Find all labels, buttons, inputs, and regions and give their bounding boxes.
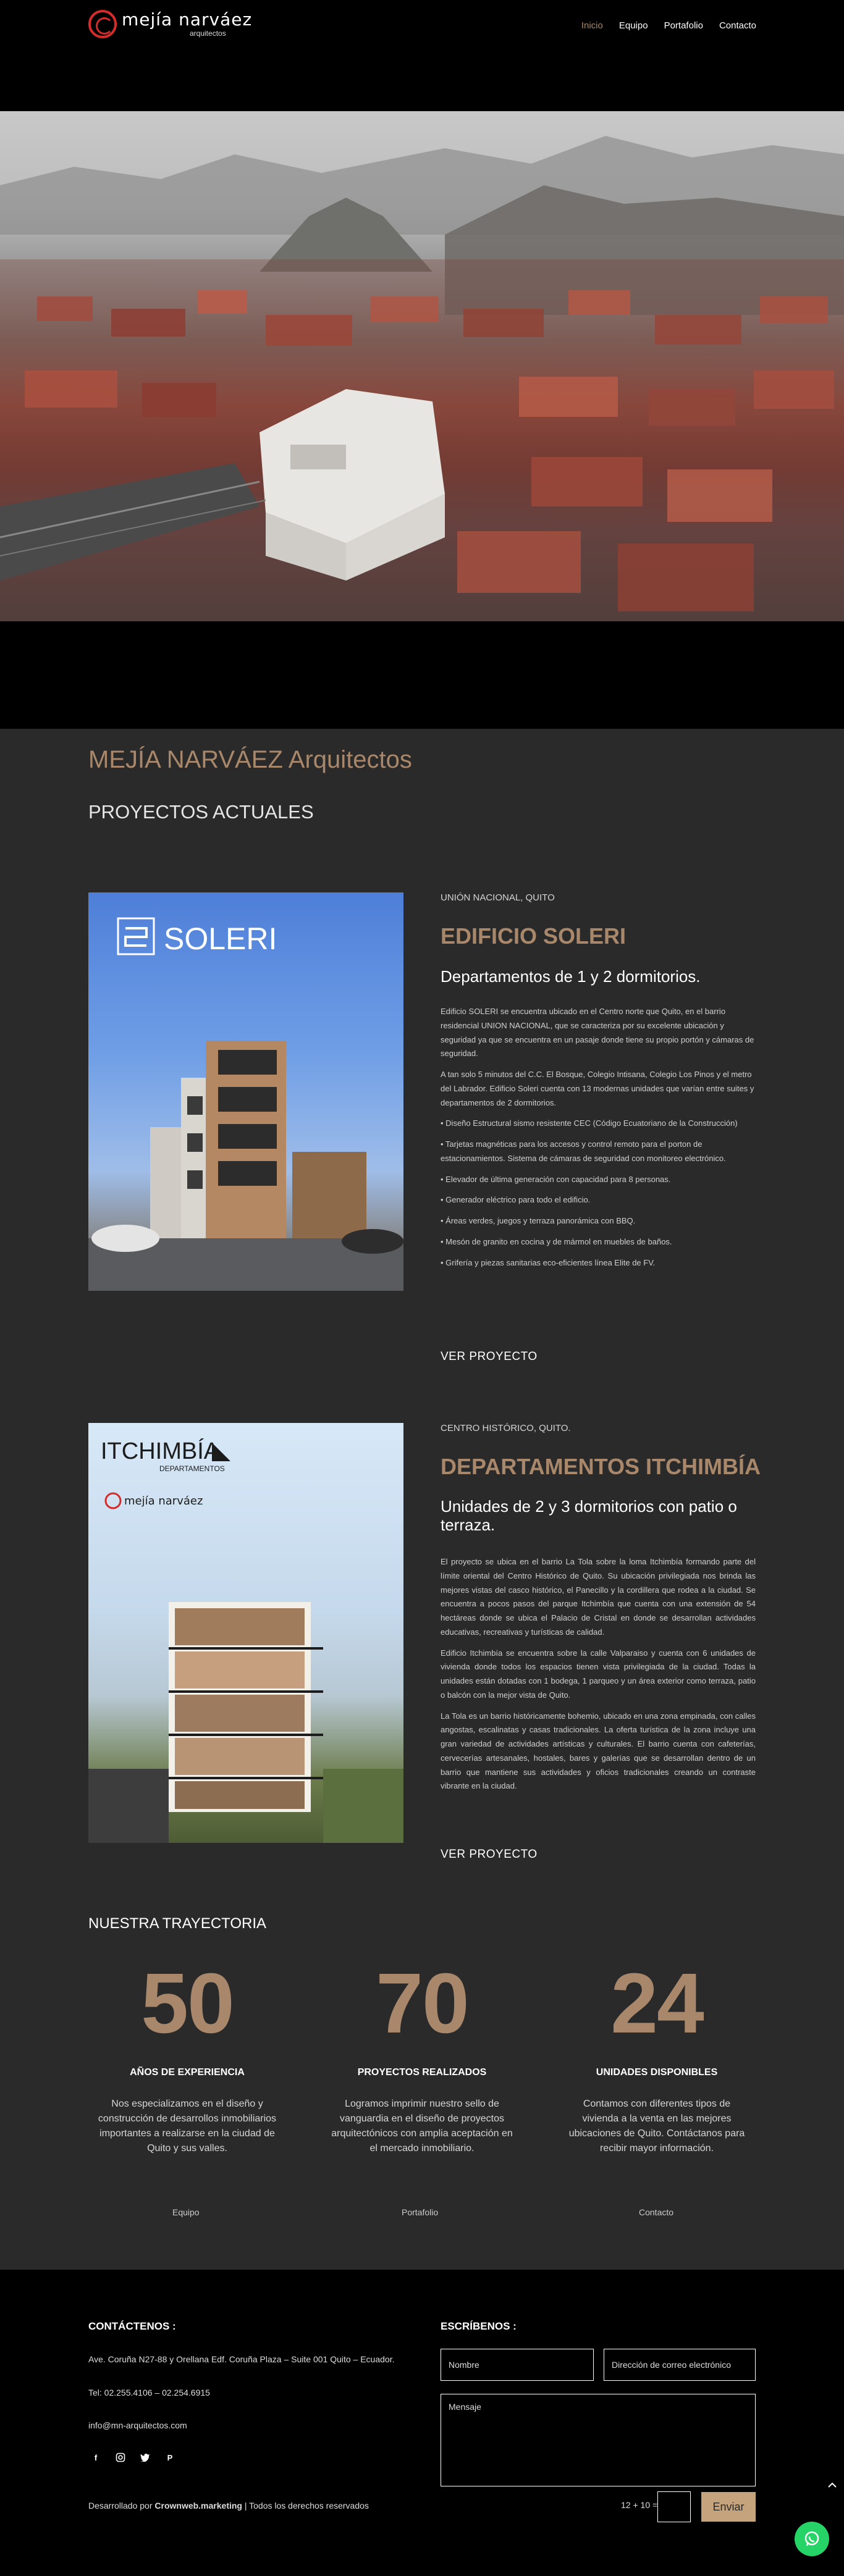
credit-suffix: | Todos los derechos reservados [244,2501,369,2511]
itchimbia-logo-sub: DEPARTAMENTOS [159,1464,225,1473]
credit-prefix: Desarrollado por [88,2501,153,2511]
facebook-icon[interactable]: f [88,2450,103,2465]
soleri-building-illustration: SOLERI [88,917,403,1291]
whatsapp-icon [804,2531,819,2546]
paragraph: La Tola es un barrio históricamente bohe… [441,1711,756,1791]
project-title: DEPARTAMENTOS ITCHIMBÍA [441,1454,761,1479]
stat-projects: 70 PROYECTOS REALIZADOS Logramos imprimi… [317,1961,527,2156]
ver-proyecto-link[interactable]: VER PROYECTO [441,1350,538,1364]
logo[interactable]: mejía narváez arquitectos [88,10,252,38]
nav-item-portafolio[interactable]: Portafolio [664,20,703,31]
project-subtitle: Departamentos de 1 y 2 dormitorios. [441,967,701,986]
stat-description: Nos especializamos en el diseño y constr… [98,2099,277,2154]
form-heading: ESCRÍBENOS : [441,2320,517,2332]
stat-number: 50 [141,1956,235,2051]
pinterest-icon[interactable]: P [162,2450,177,2465]
stat-experience: 50 AÑOS DE EXPERIENCIA Nos especializamo… [82,1961,292,2156]
twitter-icon[interactable] [138,2450,153,2465]
logo-icon [88,10,117,38]
paragraph: Edificio SOLERI se encuentra ubicado en … [441,1007,754,1059]
social-links: f P [88,2450,177,2465]
link-equipo[interactable]: Equipo [172,2207,200,2217]
project-subtitle: Unidades de 2 y 3 dormitorios con patio … [441,1497,737,1534]
paragraph: • Tarjetas magnéticas para los accesos y… [441,1139,726,1163]
section-subtitle: PROYECTOS ACTUALES [88,801,314,823]
hero-image [0,111,844,621]
captcha-input[interactable] [657,2491,691,2522]
stat-units: 24 UNIDADES DISPONIBLES Contamos con dif… [552,1961,762,2156]
project-description: El proyecto se ubica en el barrio La Tol… [441,1555,756,1800]
scroll-top-icon[interactable] [828,2480,840,2493]
stat-description: Logramos imprimir nuestro sello de vangu… [331,2099,513,2154]
nav-item-contacto[interactable]: Contacto [719,20,756,31]
name-input[interactable] [441,2349,594,2381]
project-description: Edificio SOLERI se encuentra ubicado en … [441,1005,756,1277]
project-location: UNIÓN NACIONAL, QUITO [441,892,555,903]
nav-item-inicio[interactable]: Inicio [581,20,603,31]
site-header: mejía narváez arquitectos Inicio Equipo … [0,0,844,111]
message-input[interactable] [441,2394,756,2486]
paragraph: • Áreas verdes, juegos y terraza panorám… [441,1216,636,1225]
paragraph: • Grifería y piezas sanitarias eco-efici… [441,1257,656,1267]
paragraph: • Mesón de granito en cocina y de mármol… [441,1236,672,1246]
stat-number: 24 [610,1956,704,2051]
logo-name: mejía narváez [122,9,253,30]
send-button[interactable]: Enviar [701,2492,756,2522]
paragraph: Edificio Itchimbía se encuentra sobre la… [441,1648,756,1700]
captcha-label: 12 + 10 = [621,2500,658,2510]
credit-text: Desarrollado por Crownweb.marketing | To… [88,2501,369,2511]
contact-heading: CONTÁCTENOS : [88,2320,176,2332]
trajectory-title: NUESTRA TRAYECTORIA [88,1915,267,1932]
whatsapp-button[interactable] [795,2522,829,2556]
brand-title: MEJÍA NARVÁEZ Arquitectos [88,746,412,773]
stat-label: PROYECTOS REALIZADOS [357,2067,487,2078]
nav-item-equipo[interactable]: Equipo [619,20,648,31]
itchimbia-building-illustration: ITCHIMBÍA DEPARTAMENTOS mejía narváez [88,1438,403,1843]
link-portafolio[interactable]: Portafolio [402,2207,438,2217]
stat-label: UNIDADES DISPONIBLES [596,2067,718,2078]
itchimbia-project-image[interactable]: ITCHIMBÍA DEPARTAMENTOS mejía narváez [88,1423,403,1843]
address-text: Ave. Coruña N27-88 y Orellana Edf. Coruñ… [88,2354,395,2364]
link-contacto[interactable]: Contacto [639,2207,673,2217]
itchimbia-partner-logo: mejía narváez [124,1495,203,1508]
soleri-logo-text: SOLERI [164,921,277,956]
email-input[interactable] [604,2349,756,2381]
stat-number: 70 [376,1956,470,2051]
paragraph: A tan solo 5 minutos del C.C. El Bosque,… [441,1070,754,1107]
credit-brand-link[interactable]: Crownweb.marketing [154,2501,242,2511]
main-nav: Inicio Equipo Portafolio Contacto [581,20,756,31]
city-aerial-illustration [0,136,844,621]
phone-text: Tel: 02.255.4106 – 02.254.6915 [88,2388,210,2398]
logo-subtitle: arquitectos [190,29,226,38]
paragraph: • Diseño Estructural sismo resistente CE… [441,1118,738,1128]
project-location: CENTRO HISTÓRICO, QUITO. [441,1423,571,1433]
stat-label: AÑOS DE EXPERIENCIA [130,2067,245,2078]
paragraph: El proyecto se ubica en el barrio La Tol… [441,1557,756,1637]
email-link[interactable]: info@mn-arquitectos.com [88,2420,187,2430]
paragraph: • Elevador de última generación con capa… [441,1174,671,1184]
itchimbia-logo-text: ITCHIMBÍA [101,1438,220,1464]
instagram-icon[interactable] [113,2450,128,2465]
paragraph: • Generador eléctrico para todo el edifi… [441,1195,591,1205]
project-title: EDIFICIO SOLERI [441,923,627,949]
stat-description: Contamos con diferentes tipos de viviend… [568,2099,745,2154]
soleri-project-image[interactable]: SOLERI [88,892,403,1291]
ver-proyecto-link[interactable]: VER PROYECTO [441,1848,538,1861]
